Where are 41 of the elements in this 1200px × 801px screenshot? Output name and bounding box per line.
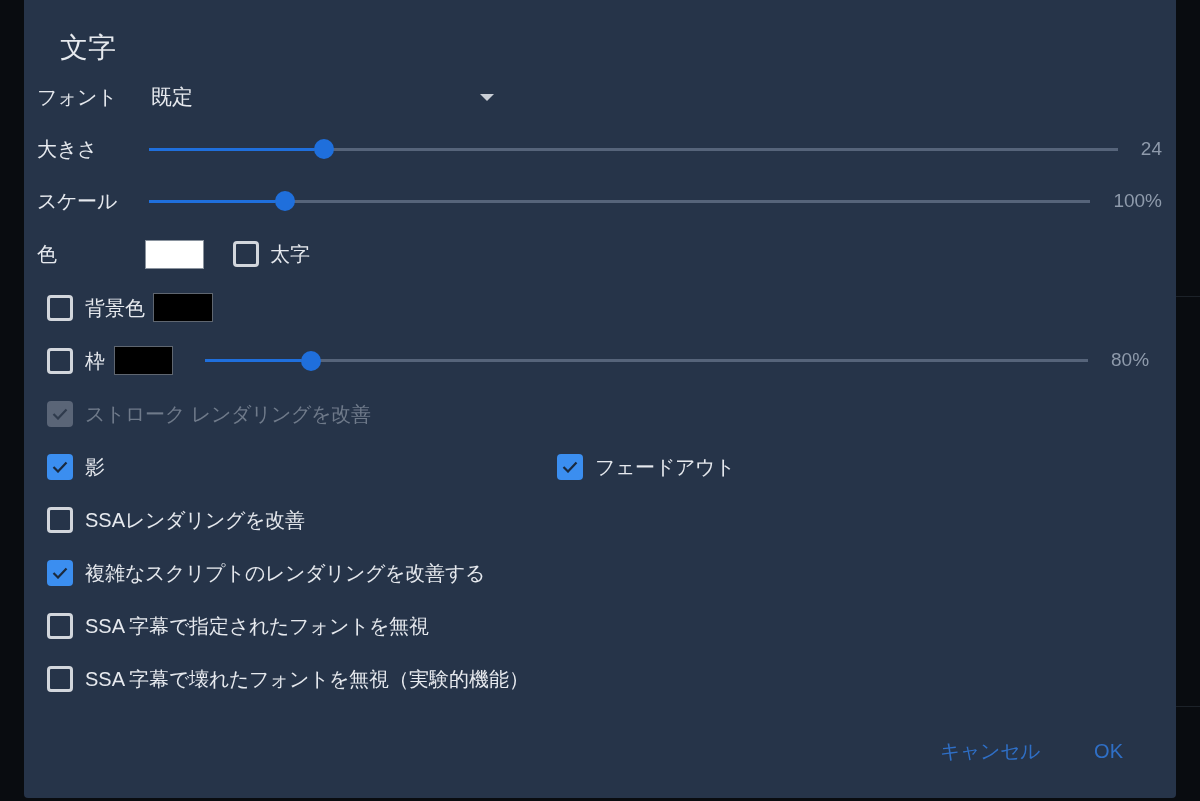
- cancel-button[interactable]: キャンセル: [930, 731, 1051, 771]
- checkbox[interactable]: [47, 506, 73, 533]
- slider-value: 80%: [1111, 349, 1150, 371]
- ok-button[interactable]: OK: [1084, 731, 1133, 771]
- slider-thumb[interactable]: [314, 139, 335, 159]
- slider-value: 100%: [1113, 188, 1162, 213]
- color-swatch[interactable]: [153, 293, 213, 322]
- checkbox[interactable]: [47, 294, 73, 321]
- field-label: スケール: [37, 189, 118, 214]
- color-swatch[interactable]: [114, 346, 173, 375]
- option-label: フェードアウト: [595, 454, 735, 480]
- option-label: 太字: [270, 242, 310, 267]
- option-label: 枠: [85, 348, 105, 374]
- checkbox[interactable]: [47, 453, 73, 480]
- check-icon: [562, 460, 578, 473]
- option-label: 複雑なスクリプトのレンダリングを改善する: [85, 560, 485, 586]
- option-label: 影: [85, 454, 105, 480]
- checkbox[interactable]: [47, 559, 73, 586]
- checkbox[interactable]: [47, 612, 73, 639]
- field-label: フォント: [37, 85, 118, 110]
- option-label: SSAレンダリングを改善: [85, 507, 306, 533]
- slider-thumb[interactable]: [274, 191, 295, 211]
- checkbox[interactable]: [47, 665, 73, 692]
- option-label: SSA 字幕で指定されたフォントを無視: [85, 613, 430, 639]
- caret-icon: [480, 93, 494, 101]
- check-icon: [52, 407, 68, 420]
- option-label: SSA 字幕で壊れたフォントを無視（実験的機能）: [85, 666, 530, 692]
- checkbox[interactable]: [47, 347, 73, 374]
- color-swatch[interactable]: [145, 239, 204, 269]
- check-icon: [52, 460, 68, 473]
- field-label: 大きさ: [37, 137, 98, 162]
- font-select[interactable]: 既定: [149, 81, 497, 113]
- slider-thumb[interactable]: [300, 350, 321, 371]
- checkbox[interactable]: [557, 453, 583, 480]
- section-title: 文字: [60, 32, 116, 63]
- field-label: 色: [37, 242, 58, 267]
- option-label: 背景色: [85, 295, 145, 321]
- option-label: ストローク レンダリングを改善: [85, 401, 371, 427]
- check-icon: [52, 566, 68, 579]
- checkbox[interactable]: [233, 241, 259, 267]
- slider-value: 24: [1140, 136, 1162, 161]
